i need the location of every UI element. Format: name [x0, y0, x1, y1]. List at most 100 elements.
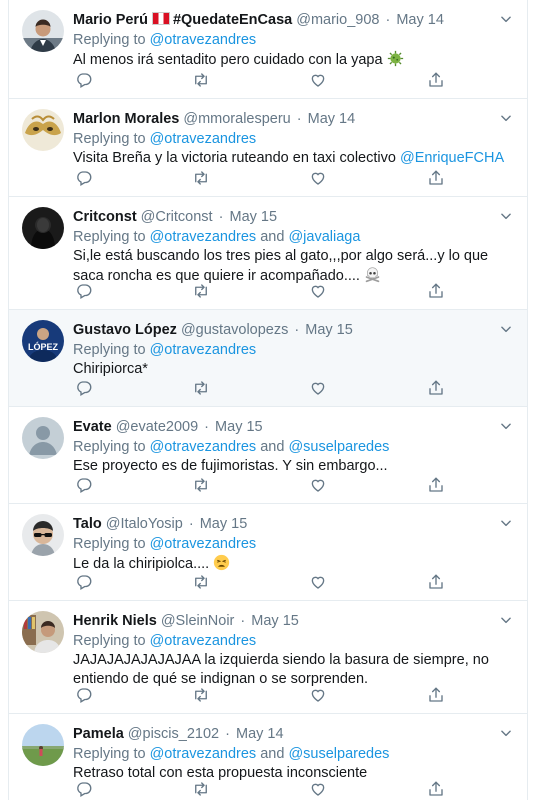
user-name[interactable]: Evate — [73, 419, 112, 435]
like-icon[interactable] — [309, 780, 327, 798]
user-name[interactable]: Marlon Morales — [73, 111, 179, 127]
retweet-icon[interactable] — [192, 476, 210, 494]
user-handle[interactable]: @piscis_2102 — [128, 726, 219, 742]
avatar[interactable] — [22, 724, 64, 766]
share-icon[interactable] — [427, 573, 445, 591]
like-icon[interactable] — [309, 379, 327, 397]
mention-link[interactable]: @javaliaga — [288, 229, 360, 245]
hashtag[interactable]: #QuedateEnCasa — [173, 12, 292, 28]
retweet-icon[interactable] — [192, 169, 210, 187]
retweet-icon[interactable] — [192, 379, 210, 397]
mention-link[interactable]: @otravezandres — [150, 229, 257, 245]
avatar[interactable] — [22, 514, 64, 556]
reply-icon[interactable] — [75, 282, 93, 300]
user-handle[interactable]: @mario_908 — [296, 12, 379, 28]
tweet-header: Mario Perú #QuedateEnCasa @mario_908 · May… — [73, 10, 515, 31]
share-icon[interactable] — [427, 379, 445, 397]
tweet-actions — [75, 282, 443, 300]
mention-link[interactable]: @suselparedes — [288, 439, 389, 455]
avatar[interactable] — [22, 207, 64, 249]
replying-to: Replying to @otravezandres — [73, 130, 515, 149]
tweet-date[interactable]: May 14 — [396, 12, 444, 28]
user-handle[interactable]: @evate2009 — [116, 419, 198, 435]
tweet[interactable]: Pamela @piscis_2102 · May 14 Replying to @… — [9, 714, 527, 800]
tweet[interactable]: Henrik Niels @SleinNoir · May 15 Replying … — [9, 601, 527, 714]
user-handle[interactable]: @mmoralesperu — [183, 111, 290, 127]
share-icon[interactable] — [427, 476, 445, 494]
tweet-date[interactable]: May 15 — [229, 209, 277, 225]
share-icon[interactable] — [427, 686, 445, 704]
tweet-header: Talo @ItaloYosip · May 15 — [73, 514, 515, 535]
share-icon[interactable] — [427, 282, 445, 300]
separator-dot: · — [292, 111, 306, 127]
tweet-date[interactable]: May 15 — [200, 516, 248, 532]
user-handle[interactable]: @ItaloYosip — [106, 516, 183, 532]
reply-icon[interactable] — [75, 169, 93, 187]
retweet-icon[interactable] — [192, 282, 210, 300]
mention-link[interactable]: @otravezandres — [150, 342, 257, 358]
tweet-date[interactable]: May 15 — [215, 419, 263, 435]
retweet-icon[interactable] — [192, 686, 210, 704]
retweet-icon[interactable] — [192, 71, 210, 89]
retweet-icon[interactable] — [192, 780, 210, 798]
separator-dot: · — [214, 209, 228, 225]
tweet[interactable]: LÓPEZ Gustavo López @gustavolopezs · May 1… — [9, 310, 527, 407]
replying-to: Replying to @otravezandres — [73, 341, 515, 360]
replying-to-label: Replying to — [73, 229, 150, 245]
user-name[interactable]: Critconst — [73, 209, 137, 225]
replying-to: Replying to @otravezandres and @suselpar… — [73, 745, 515, 764]
avatar[interactable] — [22, 611, 64, 653]
user-handle[interactable]: @Critconst — [141, 209, 213, 225]
and-label: and — [256, 229, 289, 245]
avatar[interactable] — [22, 417, 64, 459]
user-handle[interactable]: @SleinNoir — [161, 613, 235, 629]
tweet-content: Pamela @piscis_2102 · May 14 Replying to @… — [73, 724, 515, 783]
reply-icon[interactable] — [75, 780, 93, 798]
reply-icon[interactable] — [75, 71, 93, 89]
mention-link[interactable]: @EnriqueFCHA — [400, 150, 504, 166]
avatar[interactable]: LÓPEZ — [22, 320, 64, 362]
like-icon[interactable] — [309, 169, 327, 187]
tweet[interactable]: Critconst @Critconst · May 15 Replying to … — [9, 197, 527, 310]
reply-icon[interactable] — [75, 573, 93, 591]
mention-link[interactable]: @otravezandres — [150, 633, 257, 649]
mention-link[interactable]: @otravezandres — [150, 536, 257, 552]
user-handle[interactable]: @gustavolopezs — [181, 322, 288, 338]
user-name[interactable]: Gustavo López — [73, 322, 177, 338]
reply-icon[interactable] — [75, 476, 93, 494]
like-icon[interactable] — [309, 71, 327, 89]
mention-link[interactable]: @otravezandres — [150, 131, 257, 147]
tweet-date[interactable]: May 15 — [305, 322, 353, 338]
reply-icon[interactable] — [75, 379, 93, 397]
like-icon[interactable] — [309, 686, 327, 704]
tweet-text-body: Al menos irá sentadito pero cuidado con … — [73, 52, 383, 68]
tweet-content: Henrik Niels @SleinNoir · May 15 Replying … — [73, 611, 515, 689]
share-icon[interactable] — [427, 71, 445, 89]
tweet[interactable]: Marlon Morales @mmoralesperu · May 14 Repl… — [9, 99, 527, 197]
tweet-date[interactable]: May 14 — [236, 726, 284, 742]
mention-link[interactable]: @otravezandres — [150, 32, 257, 48]
tweet-date[interactable]: May 15 — [251, 613, 299, 629]
mention-link[interactable]: @otravezandres — [150, 746, 257, 762]
tweet-date[interactable]: May 14 — [308, 111, 356, 127]
tweet[interactable]: Mario Perú #QuedateEnCasa @mario_908 · May… — [9, 0, 527, 99]
like-icon[interactable] — [309, 282, 327, 300]
tweet[interactable]: Evate @evate2009 · May 15 Replying to @otr… — [9, 407, 527, 504]
like-icon[interactable] — [309, 573, 327, 591]
avatar[interactable] — [22, 10, 64, 52]
user-name[interactable]: Mario Perú — [73, 12, 148, 28]
reply-feed: Mario Perú #QuedateEnCasa @mario_908 · May… — [8, 0, 528, 800]
mention-link[interactable]: @otravezandres — [150, 439, 257, 455]
mention-link[interactable]: @suselparedes — [288, 746, 389, 762]
reply-icon[interactable] — [75, 686, 93, 704]
user-name[interactable]: Talo — [73, 516, 102, 532]
user-name[interactable]: Pamela — [73, 726, 124, 742]
share-icon[interactable] — [427, 169, 445, 187]
retweet-icon[interactable] — [192, 573, 210, 591]
user-name[interactable]: Henrik Niels — [73, 613, 157, 629]
tweet[interactable]: Talo @ItaloYosip · May 15 Replying to @otr… — [9, 504, 527, 601]
share-icon[interactable] — [427, 780, 445, 798]
avatar[interactable] — [22, 109, 64, 151]
replying-to: Replying to @otravezandres and @suselpar… — [73, 438, 515, 457]
like-icon[interactable] — [309, 476, 327, 494]
